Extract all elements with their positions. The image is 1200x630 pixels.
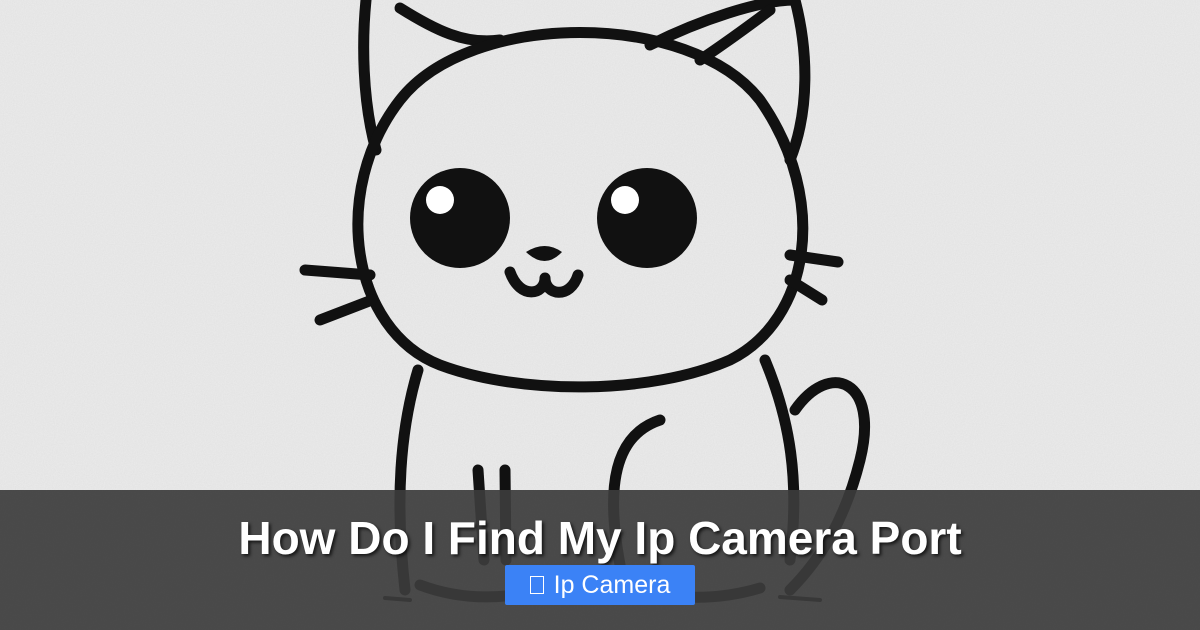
folder-icon	[529, 576, 544, 594]
page-title: How Do I Find My Ip Camera Port	[238, 512, 962, 564]
category-tag[interactable]: Ip Camera	[505, 565, 695, 605]
category-label: Ip Camera	[553, 570, 671, 599]
